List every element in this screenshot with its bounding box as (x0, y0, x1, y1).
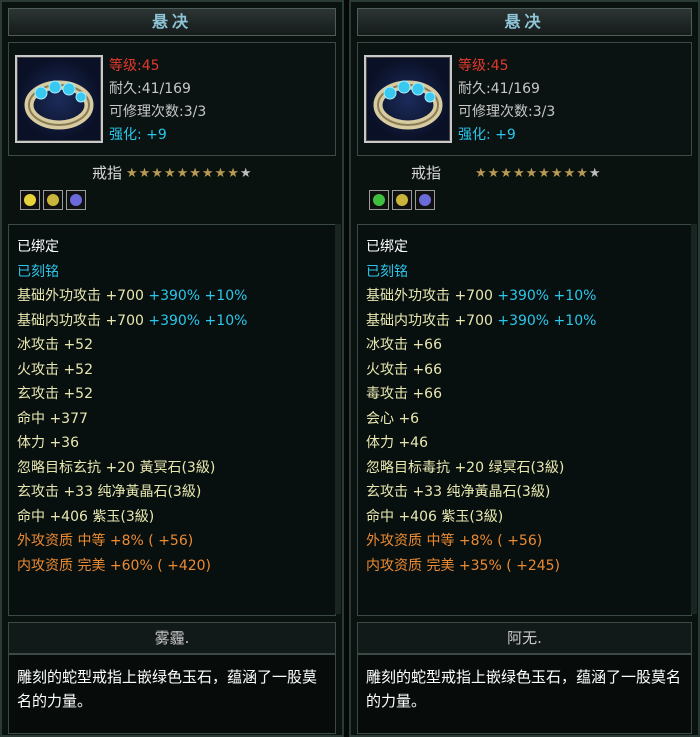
attribute-line: 外攻资质 中等 +8% ( +56) (366, 533, 543, 549)
attribute-line: 命中 +406 紫玉(3級) (366, 508, 504, 525)
attribute-line: 玄攻击 +33 纯净黃晶石(3級) (366, 484, 551, 500)
gem-sockets (20, 190, 86, 210)
attribute-line: 玄攻击 +52 (17, 386, 93, 402)
attribute-line: 体力 +36 (17, 435, 79, 451)
description-box: 雕刻的蛇型戒指上嵌绿色玉石，蕴涵了一股莫名的力量。 (8, 654, 336, 734)
attribute-list: 已绑定已刻铭基础外功攻击 +700 +390% +10% 基础内功攻击 +700 … (357, 224, 692, 616)
item-header: 等级:45 耐久:41/169 可修理次数:3/3 强化: +9 (8, 42, 336, 156)
attribute-line: 外攻资质 中等 +8% ( +56) (17, 533, 194, 549)
attribute-line: 体力 +46 (366, 435, 428, 451)
attribute-list: 已绑定已刻铭基础外功攻击 +700 +390% +10% 基础内功攻击 +700 … (8, 224, 336, 616)
attribute-line: 基础外功攻击 +700 +390% +10% (366, 288, 597, 304)
gem-slot-icon[interactable] (392, 190, 412, 210)
enhance-stat: 强化: +9 (458, 127, 516, 143)
item-tooltip-left: 悬决 等级:45 耐久:41/169 可修理次数:3/3 强化: +9 戒指 ★… (0, 0, 344, 737)
level-stat: 等级:45 (109, 58, 160, 74)
item-description: 雕刻的蛇型戒指上嵌绿色玉石，蕴涵了一股莫名的力量。 (17, 668, 318, 710)
attribute-line: 基础外功攻击 +700 +390% +10% (17, 288, 248, 304)
item-header: 等级:45 耐久:41/169 可修理次数:3/3 强化: +9 (357, 42, 692, 156)
attribute-line: 冰攻击 +52 (17, 337, 93, 353)
ring-icon (15, 55, 103, 143)
description-box: 雕刻的蛇型戒指上嵌绿色玉石，蕴涵了一股莫名的力量。 (357, 654, 692, 734)
item-name: 悬决 (8, 8, 336, 36)
attribute-line: 基础内功攻击 +700 +390% +10% (17, 312, 248, 329)
durability-stat: 耐久:41/169 (458, 81, 540, 97)
attribute-line: 已绑定 (366, 239, 408, 255)
durability-stat: 耐久:41/169 (109, 81, 191, 97)
gem-slot-icon[interactable] (20, 190, 40, 210)
owner-name: 雾霾. (8, 622, 336, 654)
ring-icon (364, 55, 452, 143)
item-type-row: 戒指 ★★★★★★★★★★ (8, 160, 336, 220)
attribute-line: 已绑定 (17, 239, 59, 255)
attribute-line: 基础内功攻击 +700 +390% +10% (366, 312, 597, 329)
repair-count-stat: 可修理次数:3/3 (458, 104, 556, 120)
item-description: 雕刻的蛇型戒指上嵌绿色玉石，蕴涵了一股莫名的力量。 (366, 668, 682, 710)
attribute-line: 火攻击 +66 (366, 361, 442, 378)
star-rating: ★★★★★★★★★★ (126, 166, 253, 181)
scrollbar[interactable] (691, 224, 697, 614)
gem-slot-icon[interactable] (415, 190, 435, 210)
item-name: 悬决 (357, 8, 692, 36)
gem-slot-icon[interactable] (66, 190, 86, 210)
attribute-line: 冰攻击 +66 (366, 337, 442, 353)
enhance-stat: 强化: +9 (109, 127, 167, 143)
repair-count-stat: 可修理次数:3/3 (109, 104, 207, 120)
star-rating: ★★★★★★★★★★ (475, 166, 602, 181)
attribute-line: 火攻击 +52 (17, 361, 93, 378)
level-stat: 等级:45 (458, 58, 509, 74)
item-type-row: 戒指 ★★★★★★★★★★ (357, 160, 692, 220)
gem-slot-icon[interactable] (369, 190, 389, 210)
attribute-line: 内攻资质 完美 +35% ( +245) (366, 557, 561, 574)
scrollbar[interactable] (335, 224, 341, 614)
attribute-line: 命中 +406 紫玉(3級) (17, 508, 155, 525)
item-tooltip-right: 悬决 等级:45 耐久:41/169 可修理次数:3/3 强化: +9 戒指 ★… (349, 0, 700, 737)
gem-sockets (369, 190, 435, 210)
attribute-line: 已刻铭 (17, 263, 59, 280)
attribute-line: 已刻铭 (366, 263, 408, 280)
attribute-line: 命中 +377 (17, 410, 88, 427)
gem-slot-icon[interactable] (43, 190, 63, 210)
owner-name: 阿无. (357, 622, 692, 654)
attribute-line: 忽略目标毒抗 +20 绿冥石(3級) (366, 459, 565, 476)
attribute-line: 毒攻击 +66 (366, 386, 442, 402)
attribute-line: 忽略目标玄抗 +20 黃冥石(3級) (17, 459, 216, 476)
attribute-line: 会心 +6 (366, 410, 420, 427)
item-type-label: 戒指 (411, 164, 442, 182)
attribute-line: 玄攻击 +33 纯净黃晶石(3級) (17, 484, 202, 500)
item-type-label: 戒指 (92, 164, 123, 182)
attribute-line: 内攻资质 完美 +60% ( +420) (17, 557, 212, 574)
